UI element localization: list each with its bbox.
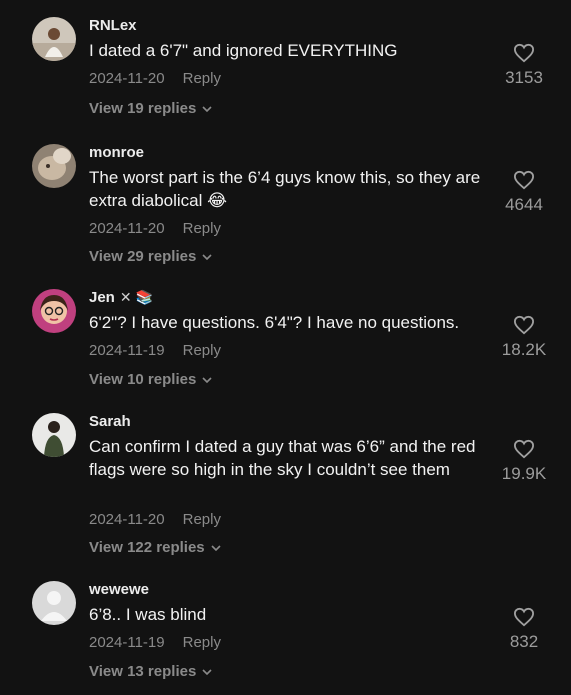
username-badge: ✕ 📚 (119, 289, 153, 305)
comment-meta: 2024-11-19 Reply (89, 634, 221, 651)
chevron-down-icon (202, 253, 212, 260)
view-replies-button[interactable]: View 19 replies (89, 100, 212, 117)
comment-meta: 2024-11-20 Reply (89, 511, 221, 528)
comment-meta: 2024-11-20 Reply (89, 70, 221, 87)
comment-date: 2024-11-20 (89, 220, 165, 237)
view-replies-button[interactable]: View 10 replies (89, 371, 212, 388)
comment-username[interactable]: Sarah (89, 413, 131, 430)
reply-button[interactable]: Reply (183, 70, 221, 87)
like-group: 832 (479, 607, 569, 652)
view-replies-button[interactable]: View 29 replies (89, 248, 212, 265)
avatar[interactable] (32, 144, 76, 188)
avatar[interactable] (32, 289, 76, 333)
chevron-down-icon (202, 376, 212, 383)
heart-icon[interactable] (513, 607, 535, 627)
like-count: 19.9K (501, 464, 547, 483)
like-group: 3153 (479, 43, 569, 88)
like-group: 19.9K (479, 439, 569, 484)
heart-icon[interactable] (513, 170, 535, 190)
comment-date: 2024-11-20 (89, 511, 165, 528)
comment-username[interactable]: Jen ✕ 📚 (89, 289, 153, 306)
comment-text: Can confirm I dated a guy that was 6’6” … (89, 437, 476, 479)
comment-text: The worst part is the 6’4 guys know this… (89, 168, 481, 210)
comment-username[interactable]: RNLex (89, 17, 137, 34)
reply-button[interactable]: Reply (183, 511, 221, 528)
reply-button[interactable]: Reply (183, 634, 221, 651)
reply-button[interactable]: Reply (183, 342, 221, 359)
chevron-down-icon (211, 544, 221, 551)
view-replies-button[interactable]: View 13 replies (89, 663, 212, 680)
comment-username[interactable]: wewewe (89, 581, 149, 598)
like-count: 3153 (505, 68, 543, 87)
reply-button[interactable]: Reply (183, 220, 221, 237)
comment-date: 2024-11-19 (89, 342, 165, 359)
comment-meta: 2024-11-19 Reply (89, 342, 221, 359)
comment-date: 2024-11-20 (89, 70, 165, 87)
avatar[interactable] (32, 581, 76, 625)
avatar[interactable] (32, 413, 76, 457)
view-replies-button[interactable]: View 122 replies (89, 539, 221, 556)
heart-icon[interactable] (513, 439, 535, 459)
comment-text: 6’8.. I was blind (89, 605, 207, 624)
comment-username[interactable]: monroe (89, 144, 144, 161)
comment-text: I dated a 6'7" and ignored EVERYTHING (89, 41, 398, 60)
heart-icon[interactable] (513, 315, 535, 335)
comment-text: 6'2"? I have questions. 6'4"? I have no … (89, 313, 460, 332)
chevron-down-icon (202, 668, 212, 675)
comment-date: 2024-11-19 (89, 634, 165, 651)
like-group: 18.2K (479, 315, 569, 360)
like-group: 4644 (479, 170, 569, 215)
like-count: 4644 (505, 195, 543, 214)
heart-icon[interactable] (513, 43, 535, 63)
like-count: 18.2K (501, 340, 547, 359)
avatar[interactable] (32, 17, 76, 61)
comment-meta: 2024-11-20 Reply (89, 220, 221, 237)
chevron-down-icon (202, 105, 212, 112)
like-count: 832 (509, 632, 539, 651)
